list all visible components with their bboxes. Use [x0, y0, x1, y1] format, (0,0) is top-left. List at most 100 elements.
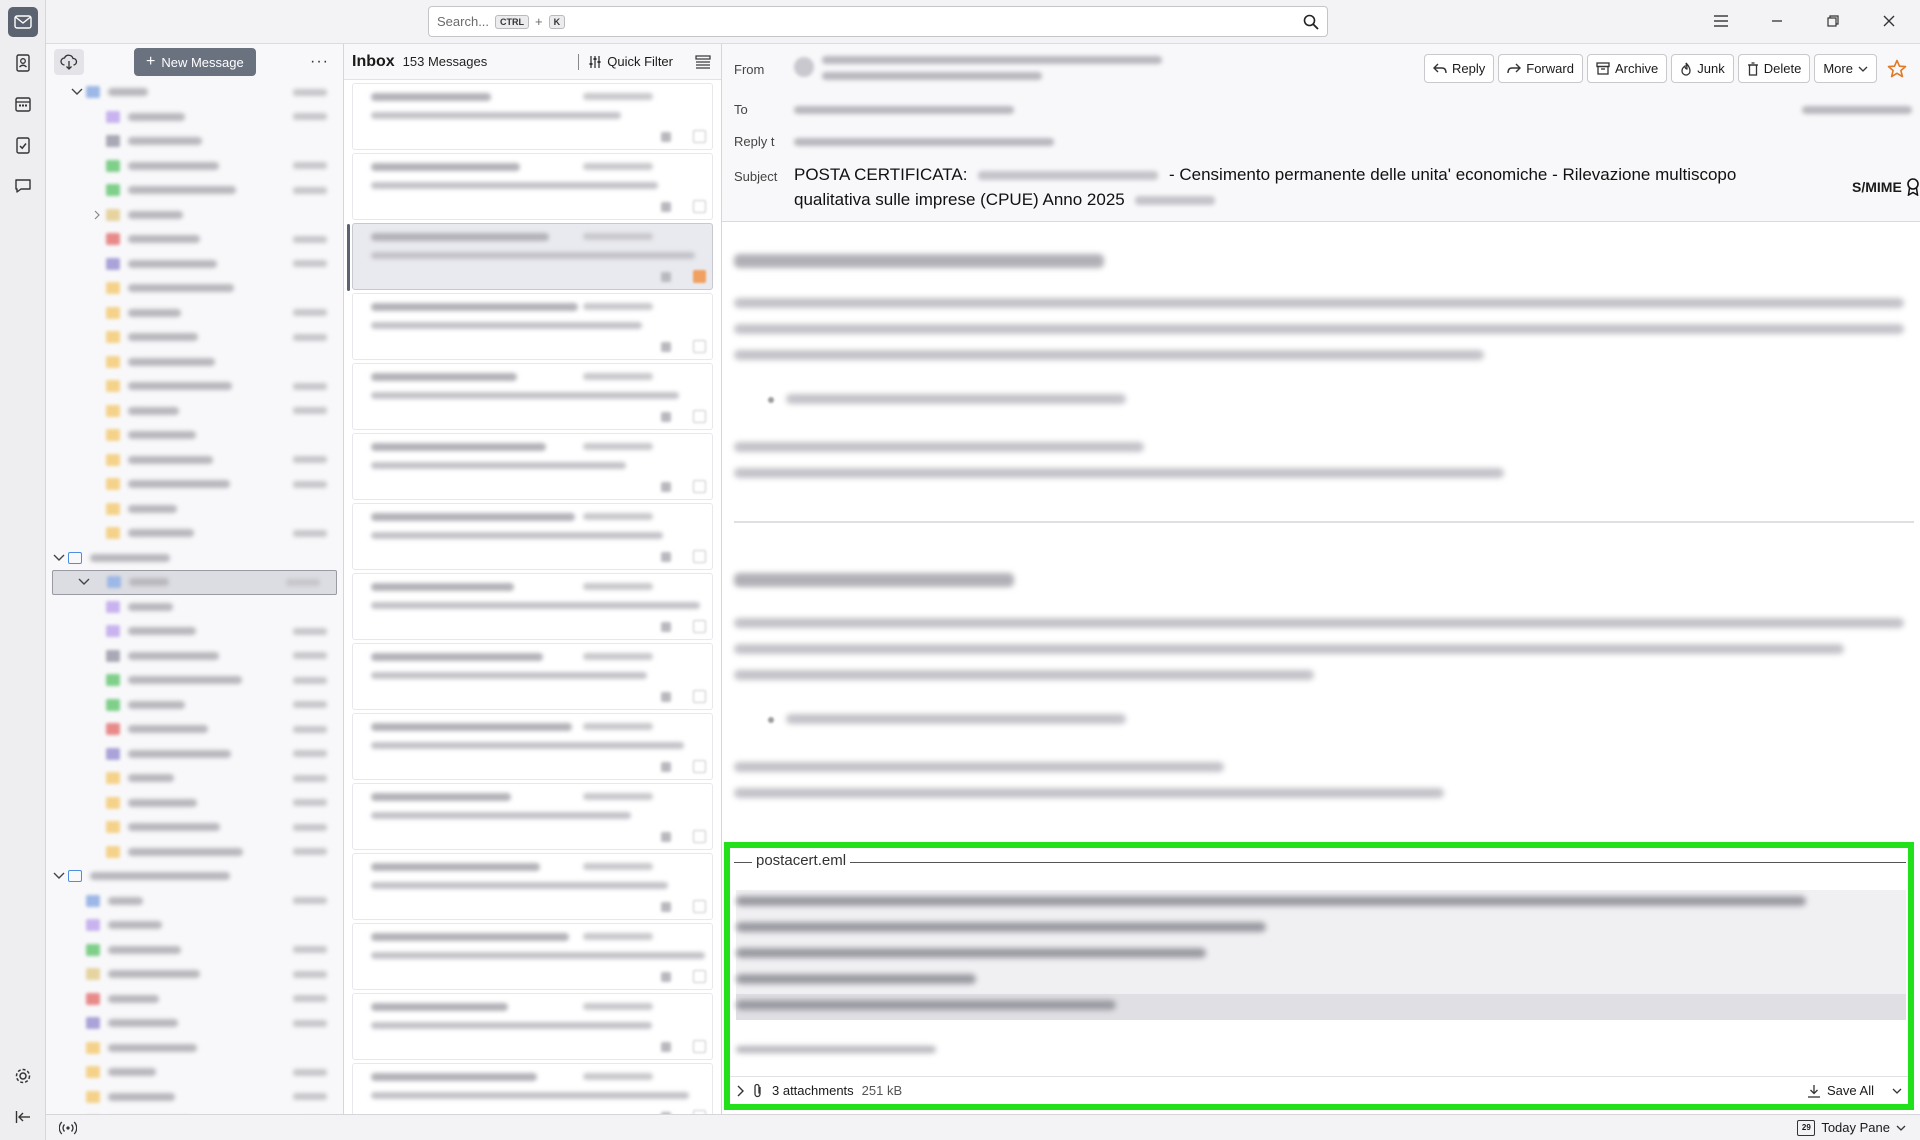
folder-row[interactable]	[46, 252, 343, 277]
reply-button[interactable]: Reply	[1424, 54, 1495, 83]
message-card[interactable]	[352, 783, 713, 850]
folder-row[interactable]	[46, 80, 343, 105]
message-card[interactable]	[352, 923, 713, 990]
message-card[interactable]	[352, 433, 713, 500]
folder-row[interactable]	[46, 938, 343, 963]
folder-row[interactable]	[46, 1036, 343, 1061]
message-card[interactable]	[352, 503, 713, 570]
save-all-button[interactable]: Save All	[1807, 1083, 1874, 1098]
flag-icon[interactable]	[693, 760, 706, 773]
flag-icon[interactable]	[693, 620, 706, 633]
delete-button[interactable]: Delete	[1737, 54, 1811, 83]
flag-icon[interactable]	[693, 130, 706, 143]
message-card[interactable]	[352, 363, 713, 430]
global-search-box[interactable]: Search... CTRL + K	[428, 6, 1328, 37]
chevron-down-icon[interactable]	[52, 554, 66, 562]
folder-row[interactable]	[46, 472, 343, 497]
flag-icon[interactable]	[693, 900, 706, 913]
app-menu-icon[interactable]	[1698, 6, 1744, 36]
new-message-button[interactable]: + New Message	[134, 48, 256, 76]
expand-chevron-icon[interactable]	[736, 1085, 744, 1097]
minimize-icon[interactable]	[1754, 6, 1800, 36]
flag-icon[interactable]	[693, 340, 706, 353]
folder-row[interactable]	[46, 619, 343, 644]
folder-row[interactable]	[46, 178, 343, 203]
folder-row[interactable]	[46, 325, 343, 350]
flag-icon[interactable]	[693, 550, 706, 563]
message-card[interactable]	[352, 643, 713, 710]
folder-row[interactable]	[46, 1060, 343, 1085]
address-book-icon[interactable]	[8, 48, 38, 78]
flag-icon[interactable]	[693, 410, 706, 423]
flag-icon[interactable]	[693, 480, 706, 493]
collapse-spaces-icon[interactable]	[8, 1102, 38, 1132]
message-card[interactable]	[352, 1063, 713, 1114]
message-card[interactable]	[352, 713, 713, 780]
folder-row[interactable]	[46, 595, 343, 620]
mail-space-icon[interactable]	[8, 7, 38, 37]
folder-row[interactable]	[46, 987, 343, 1012]
folder-row[interactable]	[46, 301, 343, 326]
folder-row[interactable]	[46, 668, 343, 693]
message-card[interactable]	[352, 83, 713, 150]
list-display-options-icon[interactable]	[695, 54, 711, 69]
get-messages-icon[interactable]	[54, 49, 84, 75]
folder-row[interactable]	[46, 840, 343, 865]
junk-button[interactable]: Junk	[1671, 54, 1734, 83]
folder-row[interactable]	[46, 374, 343, 399]
archive-button[interactable]: Archive	[1586, 54, 1668, 83]
folder-row[interactable]	[46, 423, 343, 448]
flag-icon[interactable]	[693, 830, 706, 843]
folder-row[interactable]	[46, 521, 343, 546]
calendar-icon[interactable]	[8, 89, 38, 119]
star-icon[interactable]	[1887, 59, 1907, 79]
more-button[interactable]: More	[1814, 54, 1877, 83]
folder-row[interactable]	[46, 350, 343, 375]
quick-filter-button[interactable]: Quick Filter	[578, 53, 673, 70]
account-row[interactable]	[46, 546, 343, 571]
chevron-down-icon[interactable]	[77, 578, 91, 586]
folder-row[interactable]	[46, 203, 343, 228]
message-card[interactable]	[352, 993, 713, 1060]
save-all-dropdown-icon[interactable]	[1892, 1087, 1902, 1095]
folder-row[interactable]	[46, 497, 343, 522]
folder-row[interactable]	[46, 913, 343, 938]
flag-icon[interactable]	[693, 1040, 706, 1053]
today-pane-toggle[interactable]: 29 Today Pane	[1797, 1119, 1906, 1136]
folder-row[interactable]	[46, 129, 343, 154]
forward-button[interactable]: Forward	[1498, 54, 1583, 83]
smime-indicator[interactable]: S/MIME	[1852, 178, 1920, 196]
activity-broadcast-icon[interactable]	[54, 1121, 82, 1135]
flag-icon[interactable]	[693, 200, 706, 213]
folder-row[interactable]	[46, 448, 343, 473]
search-icon[interactable]	[1303, 14, 1319, 30]
restore-icon[interactable]	[1810, 6, 1856, 36]
chevron-down-icon[interactable]	[52, 872, 66, 880]
folder-row[interactable]	[46, 791, 343, 816]
folder-row[interactable]	[52, 570, 337, 595]
folder-row[interactable]	[46, 742, 343, 767]
folder-row[interactable]	[46, 276, 343, 301]
folder-row[interactable]	[46, 1085, 343, 1110]
folder-row[interactable]	[46, 889, 343, 914]
message-card[interactable]	[352, 573, 713, 640]
folder-row[interactable]	[46, 766, 343, 791]
chevron-right-icon[interactable]	[90, 210, 104, 220]
flag-icon[interactable]	[693, 970, 706, 983]
tasks-icon[interactable]	[8, 130, 38, 160]
folder-pane-more-button[interactable]: ···	[310, 53, 329, 71]
account-row[interactable]	[46, 864, 343, 889]
close-icon[interactable]	[1866, 6, 1912, 36]
folder-row[interactable]	[46, 399, 343, 424]
message-card[interactable]	[347, 223, 713, 291]
folder-row[interactable]	[46, 1011, 343, 1036]
message-card[interactable]	[352, 293, 713, 360]
folder-row[interactable]	[46, 105, 343, 130]
chevron-down-icon[interactable]	[70, 88, 84, 96]
folder-row[interactable]	[46, 693, 343, 718]
folder-row[interactable]	[46, 717, 343, 742]
flag-icon[interactable]	[693, 270, 706, 283]
folder-row[interactable]	[46, 962, 343, 987]
message-card[interactable]	[352, 153, 713, 220]
folder-row[interactable]	[46, 644, 343, 669]
